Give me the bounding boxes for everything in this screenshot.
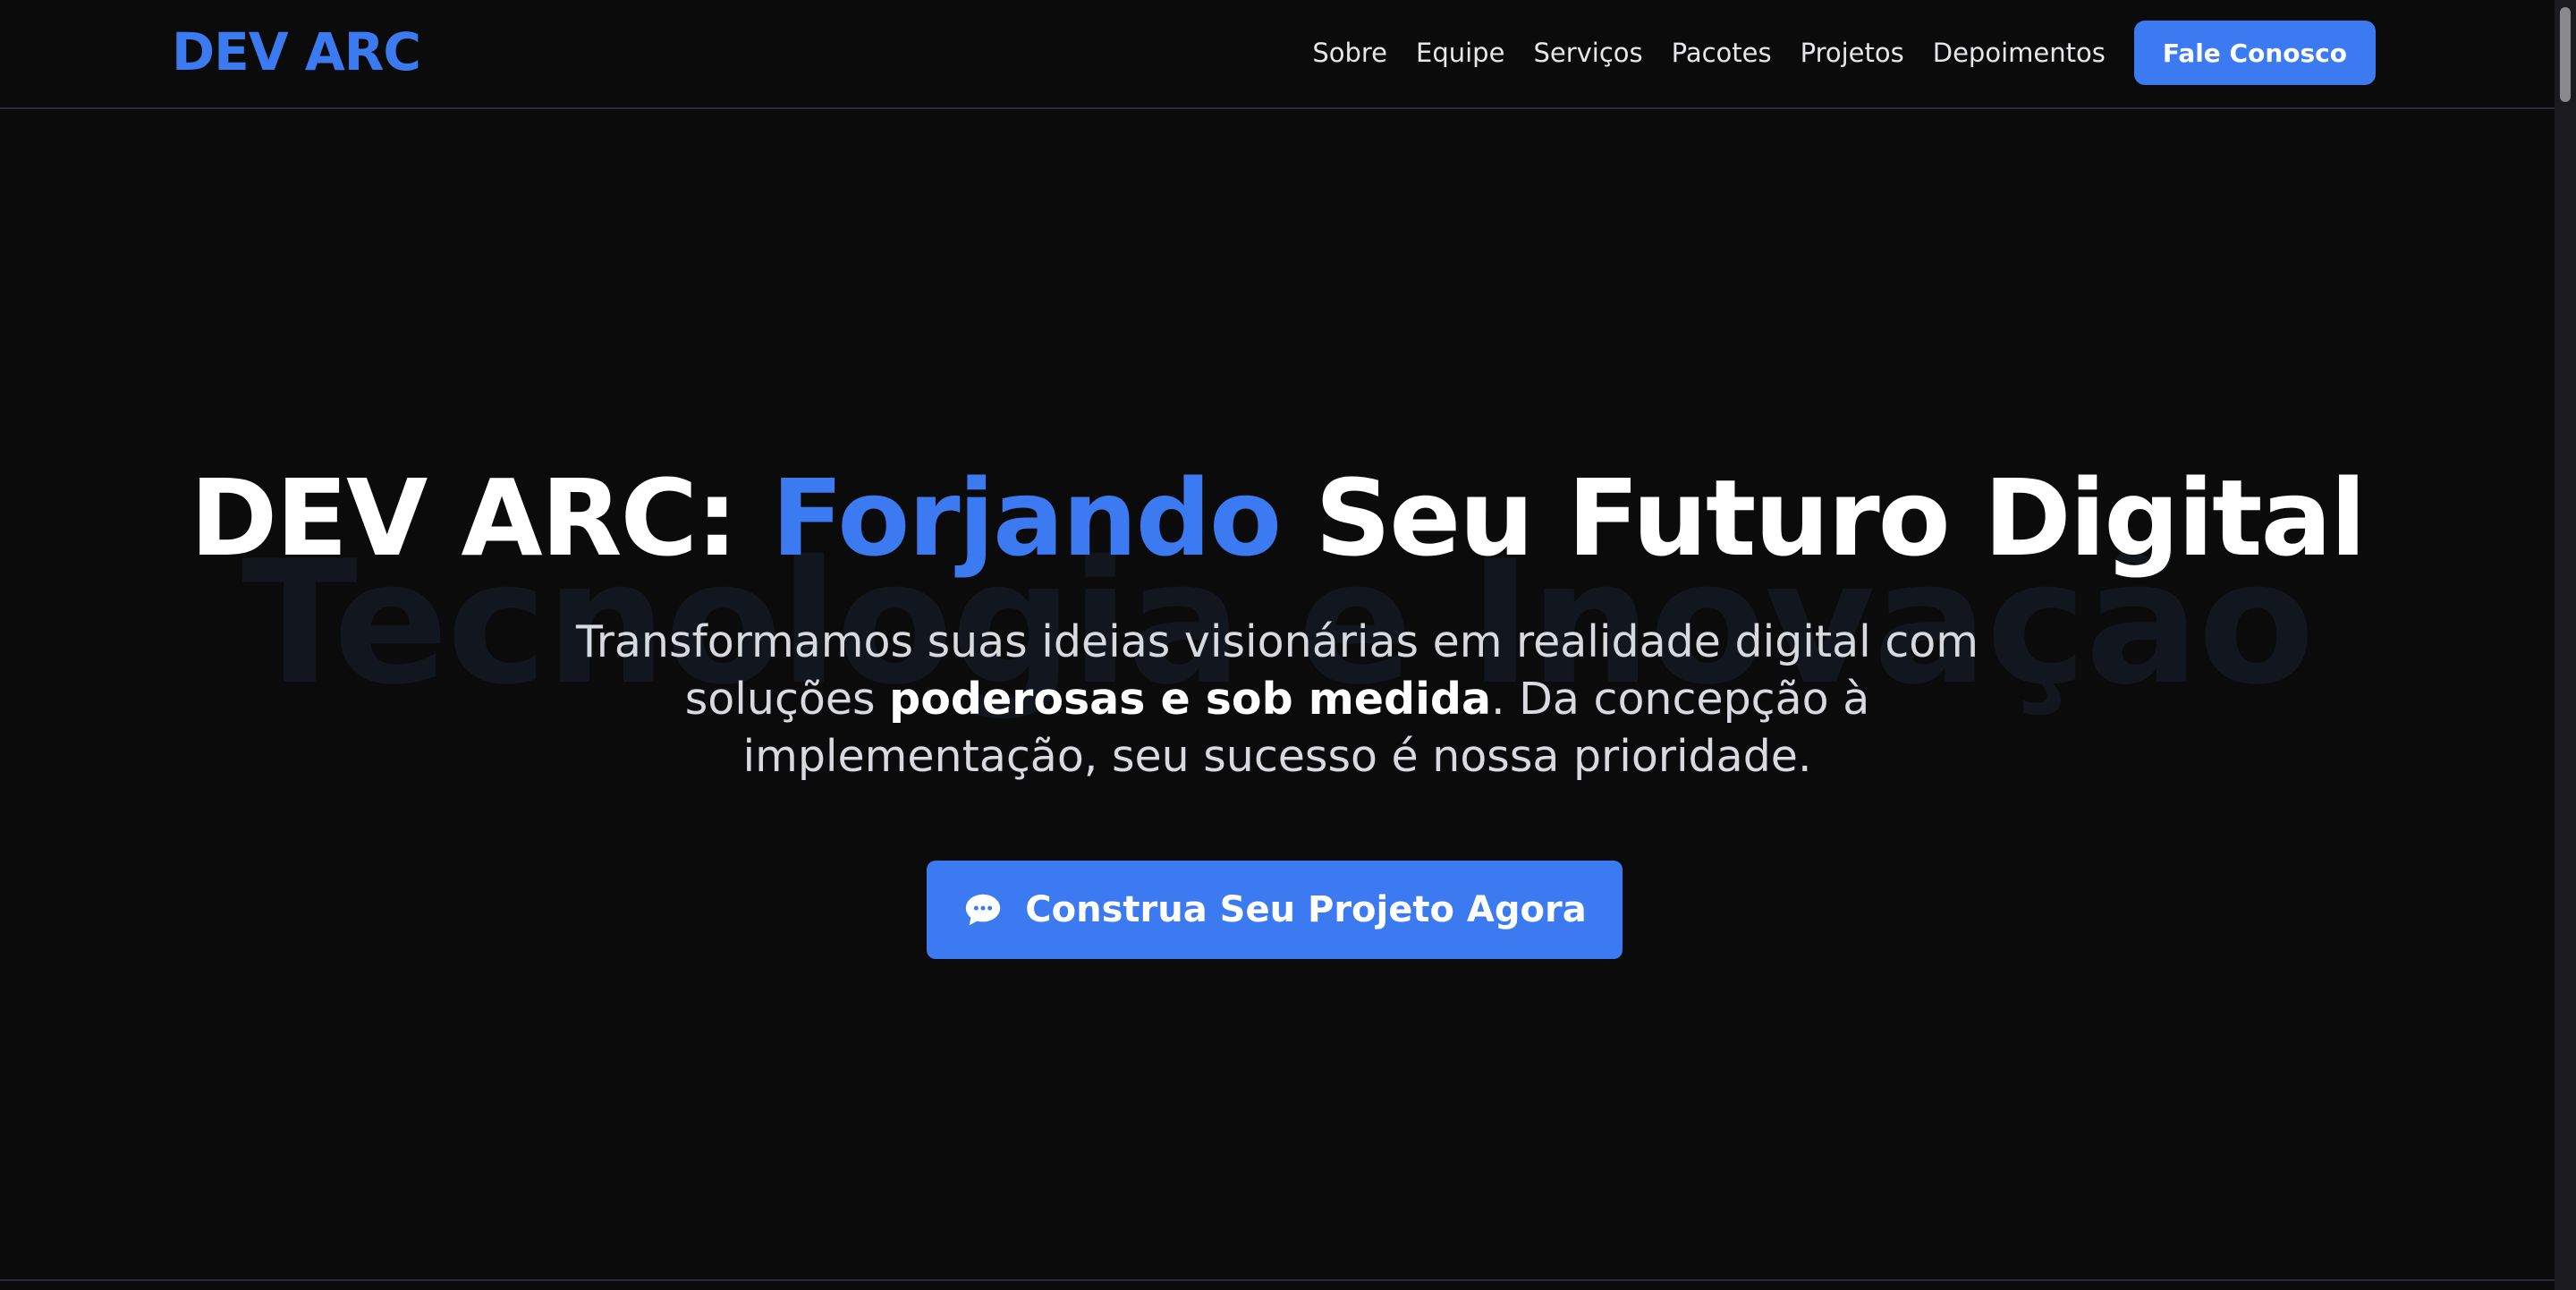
page: DEV ARC Sobre Equipe Serviços Pacotes Pr… bbox=[0, 0, 2576, 1290]
main-nav: Sobre Equipe Serviços Pacotes Projetos D… bbox=[1312, 20, 2376, 86]
nav-link-projetos[interactable]: Projetos bbox=[1801, 38, 1904, 68]
nav-link-servicos[interactable]: Serviços bbox=[1533, 38, 1642, 68]
section-divider bbox=[0, 1279, 2555, 1281]
hero-title-accent: Forjando bbox=[771, 456, 1282, 580]
hero-title-suffix: Seu Futuro Digital bbox=[1280, 456, 2366, 580]
brand-logo[interactable]: DEV ARC bbox=[172, 21, 421, 82]
hero-title: DEV ARC: Forjando Seu Futuro Digital bbox=[0, 456, 2555, 580]
nav-link-sobre[interactable]: Sobre bbox=[1312, 38, 1387, 68]
contact-button[interactable]: Fale Conosco bbox=[2133, 21, 2376, 85]
nav-link-equipe[interactable]: Equipe bbox=[1416, 38, 1504, 68]
scrollbar-thumb[interactable] bbox=[2560, 7, 2571, 102]
nav-link-depoimentos[interactable]: Depoimentos bbox=[1933, 38, 2106, 68]
build-project-label: Construa Seu Projeto Agora bbox=[1025, 889, 1587, 930]
build-project-button[interactable]: Construa Seu Projeto Agora bbox=[927, 861, 1623, 959]
chat-bubble-icon bbox=[962, 889, 1004, 930]
hero-subtitle-strong: poderosas e sob medida bbox=[889, 674, 1492, 725]
hero-title-prefix: DEV ARC: bbox=[190, 456, 772, 580]
hero-subtitle: Transformamos suas ideias visionárias em… bbox=[562, 614, 1993, 785]
nav-link-pacotes[interactable]: Pacotes bbox=[1672, 38, 1772, 68]
site-header: DEV ARC Sobre Equipe Serviços Pacotes Pr… bbox=[0, 0, 2555, 109]
page-scrollbar[interactable] bbox=[2555, 0, 2576, 1290]
